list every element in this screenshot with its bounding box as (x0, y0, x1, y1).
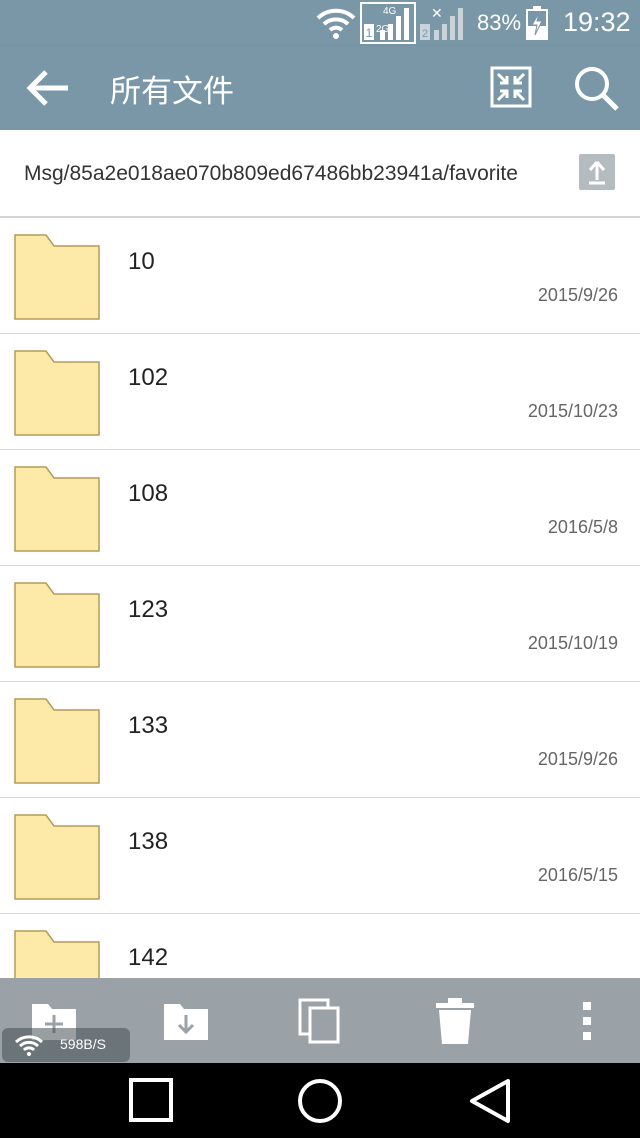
svg-text:2G: 2G (376, 24, 390, 35)
file-name: 133 (128, 712, 169, 739)
wifi-icon (14, 1035, 44, 1056)
file-date: 2016/5/8 (547, 517, 618, 537)
path-bar: Msg/85a2e018ae070b809ed67486bb23941a/fav… (0, 130, 640, 218)
list-item[interactable]: 102 2015/10/23 (0, 334, 640, 450)
move-to-folder-icon[interactable] (162, 996, 212, 1046)
file-date: 2015/10/23 (527, 401, 618, 421)
folder-icon (14, 466, 100, 552)
wifi-icon (316, 8, 356, 39)
page-title: 所有文件 (110, 74, 234, 109)
file-name: 108 (128, 480, 169, 507)
list-item[interactable]: 133 2015/9/26 (0, 682, 640, 798)
folder-icon (14, 930, 100, 978)
file-date: 2015/10/19 (527, 633, 618, 653)
file-name: 138 (128, 828, 169, 855)
copy-icon[interactable] (296, 996, 346, 1046)
svg-text:2: 2 (422, 28, 428, 40)
folder-icon (14, 234, 100, 320)
recent-apps-icon[interactable] (128, 1077, 174, 1123)
network-speed-badge: 598B/S (2, 1028, 130, 1062)
more-options-icon[interactable] (562, 996, 612, 1046)
folder-icon (14, 582, 100, 668)
file-name: 102 (128, 364, 169, 391)
network-speed: 598B/S (60, 1036, 106, 1052)
battery-charging-icon (526, 6, 548, 40)
parent-folder-button[interactable] (579, 154, 615, 190)
status-bar: 1 4G 2G ✕ 2 83% 19:32 (0, 0, 640, 46)
up-arrow-icon (588, 161, 606, 185)
trash-icon[interactable] (430, 996, 480, 1046)
navigation-bar (0, 1063, 640, 1138)
file-date: 2016/5/15 (537, 865, 618, 885)
search-icon[interactable] (572, 64, 620, 112)
app-bar: 所有文件 (0, 46, 640, 130)
folder-icon (14, 350, 100, 436)
collapse-view-icon[interactable] (490, 66, 532, 108)
clock: 19:32 (563, 7, 631, 37)
battery-percent: 83% (477, 10, 522, 35)
file-list: 10 2015/9/26 102 2015/10/23 108 2016/5/8… (0, 218, 640, 978)
file-date: 2015/9/26 (537, 749, 618, 769)
file-date: 2015/9/26 (537, 285, 618, 305)
file-name: 123 (128, 596, 169, 623)
home-icon[interactable] (296, 1077, 344, 1125)
svg-text:4G: 4G (383, 6, 397, 17)
back-arrow-icon[interactable] (24, 66, 70, 110)
list-item[interactable]: 10 2015/9/26 (0, 218, 640, 334)
list-item[interactable]: 123 2015/10/19 (0, 566, 640, 682)
svg-text:1: 1 (366, 26, 373, 40)
svg-text:✕: ✕ (431, 5, 443, 21)
file-name: 142 (128, 944, 169, 971)
folder-icon (14, 814, 100, 900)
list-item[interactable]: 142 (0, 914, 640, 978)
back-icon[interactable] (466, 1077, 514, 1125)
folder-icon (14, 698, 100, 784)
current-path: Msg/85a2e018ae070b809ed67486bb23941a/fav… (24, 162, 518, 185)
signal-sim2-icon: ✕ 2 (420, 5, 463, 40)
list-item[interactable]: 138 2016/5/15 (0, 798, 640, 914)
file-name: 10 (128, 248, 155, 275)
list-item[interactable]: 108 2016/5/8 (0, 450, 640, 566)
signal-sim1-icon: 1 4G 2G (360, 2, 416, 44)
